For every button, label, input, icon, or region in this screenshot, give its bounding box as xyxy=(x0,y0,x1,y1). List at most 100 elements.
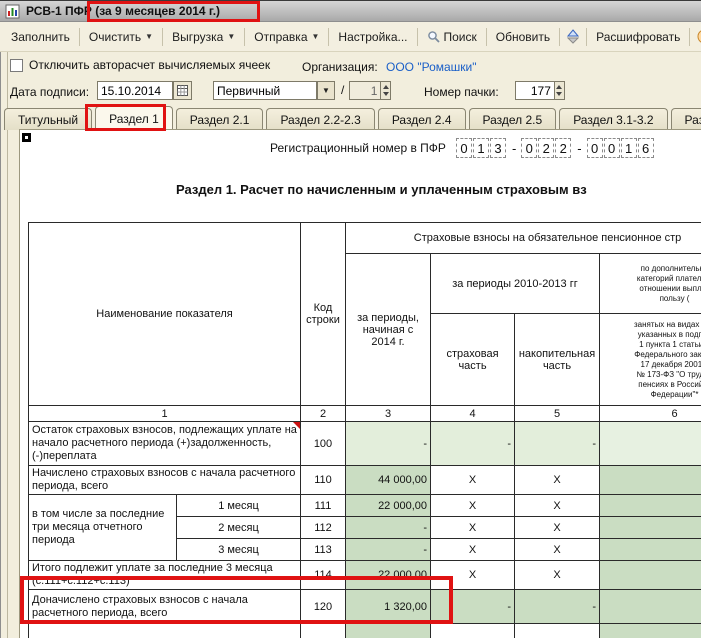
chevron-down-icon: ▼ xyxy=(145,31,154,41)
tab-razdel-2-1[interactable]: Раздел 2.1 xyxy=(175,108,264,130)
header-col6-bottom: занятых на видах раб указанных в подпун … xyxy=(598,313,701,406)
correction-number-input[interactable] xyxy=(349,81,382,100)
correction-number-stepper[interactable] xyxy=(349,81,391,100)
cell-value[interactable] xyxy=(598,494,701,517)
autocalc-label: Отключить авторасчет вычисляемых ячеек xyxy=(29,58,271,72)
tab-razdel-3-3-3-4[interactable]: Раздел 3.3-3.4 xyxy=(670,108,701,130)
table-row: Остаток страховых взносов, подлежащих уп… xyxy=(28,421,701,466)
row-name: Остаток страховых взносов, подлежащих уп… xyxy=(28,421,301,466)
doc-type-dropdown-button[interactable]: ▼ xyxy=(317,81,335,100)
row-subname: 1 месяц xyxy=(176,494,301,517)
cell-value[interactable]: 22 000,00 xyxy=(345,494,431,517)
cell-blocked: X xyxy=(514,494,600,517)
chevron-down-icon: ▼ xyxy=(227,31,236,41)
row-name: в том числе, с сумм, превышающих xyxy=(28,623,301,638)
tab-razdel-2-4[interactable]: Раздел 2.4 xyxy=(377,108,466,130)
cell-value[interactable]: - xyxy=(430,421,515,466)
sort-button[interactable] xyxy=(562,26,584,47)
clear-button[interactable]: Очистить ▼ xyxy=(82,26,160,48)
regnum-digit[interactable]: 2 xyxy=(538,138,555,158)
autocalc-checkbox[interactable] xyxy=(10,58,23,72)
step-down-icon xyxy=(556,92,563,96)
batch-number-input[interactable] xyxy=(515,81,555,100)
regnum-digit[interactable]: 0 xyxy=(603,138,620,158)
batch-number-stepper[interactable] xyxy=(515,81,565,100)
batch-number-label: Номер пачки: xyxy=(424,85,499,99)
cell-blocked: X xyxy=(430,494,515,517)
cell-value[interactable]: 22 000,00 xyxy=(345,560,431,590)
separator xyxy=(162,27,164,46)
help-button[interactable]: ? xyxy=(692,26,701,47)
settings-button[interactable]: Настройка... xyxy=(331,26,414,48)
doc-type-select[interactable] xyxy=(213,81,317,100)
cell-value[interactable]: 1 320,00 xyxy=(345,589,431,624)
cell-blocked: X xyxy=(430,538,515,561)
tab-razdel-2-5[interactable]: Раздел 2.5 xyxy=(468,108,557,130)
cell-value[interactable] xyxy=(598,560,701,590)
cell-value[interactable]: 44 000,00 xyxy=(345,465,431,495)
cell-value[interactable] xyxy=(598,589,701,624)
row-code xyxy=(300,623,346,638)
regnum-digit[interactable]: 1 xyxy=(472,138,489,158)
cell-value[interactable] xyxy=(345,623,431,638)
regnum-digit[interactable]: 0 xyxy=(586,138,603,158)
stepper-buttons[interactable] xyxy=(381,81,391,100)
cell-value[interactable]: - xyxy=(430,589,515,624)
cell-value[interactable] xyxy=(598,465,701,495)
calendar-button[interactable] xyxy=(173,81,192,100)
refresh-button[interactable]: Обновить xyxy=(489,26,557,48)
report-icon xyxy=(5,4,20,18)
regnum-digit[interactable]: 3 xyxy=(489,138,506,158)
section-tabs: Титульный Раздел 1 Раздел 2.1 Раздел 2.2… xyxy=(4,106,701,130)
row-code: 111 xyxy=(300,494,346,517)
header-col5: накопительная часть xyxy=(514,313,600,406)
step-up-icon xyxy=(556,85,563,89)
organization-value[interactable]: ООО "Ромашки" xyxy=(386,60,477,74)
title-bar: РСВ-1 ПФР (за 9 месяцев 2014 г.) xyxy=(0,0,701,22)
sign-date-input[interactable] xyxy=(97,81,173,100)
window-inner-frame xyxy=(7,52,8,638)
regnum-digit[interactable]: 0 xyxy=(455,138,472,158)
toolbar: Заполнить Очистить ▼ Выгрузка ▼ Отправка ▼ … xyxy=(0,22,701,52)
regnum-digit[interactable]: 1 xyxy=(620,138,637,158)
separator xyxy=(689,27,691,46)
form-workspace: Отключить авторасчет вычисляемых ячеек О… xyxy=(0,52,701,638)
separator xyxy=(78,27,80,46)
cell-value[interactable]: - xyxy=(345,421,431,466)
cell-value[interactable] xyxy=(598,538,701,561)
send-button[interactable]: Отправка ▼ xyxy=(247,26,326,48)
cell-blocked: X xyxy=(430,560,515,590)
cell-value[interactable]: - xyxy=(514,589,600,624)
export-button[interactable]: Выгрузка ▼ xyxy=(165,26,242,48)
header-code: Код строки xyxy=(300,222,346,406)
organization-label: Организация: xyxy=(302,60,378,74)
row-code: 112 xyxy=(300,516,346,539)
tab-titulnyj[interactable]: Титульный xyxy=(4,108,93,130)
step-down-icon xyxy=(382,92,389,96)
cell-blocked: X xyxy=(514,516,600,539)
decrypt-button[interactable]: Расшифровать xyxy=(589,26,687,48)
cell-value[interactable]: - xyxy=(345,538,431,561)
table-row: Начислено страховых взносов с начала рас… xyxy=(28,465,701,495)
registration-number-row: Регистрационный номер в ПФР 0 1 3 - 0 2 … xyxy=(270,138,655,158)
regnum-digit[interactable]: 0 xyxy=(521,138,538,158)
cell-value[interactable] xyxy=(598,421,701,466)
row-group-name: в том числе за последние три месяца отче… xyxy=(28,494,177,561)
cell-value[interactable]: - xyxy=(514,421,600,466)
search-button[interactable]: Поиск xyxy=(420,26,484,48)
header-name: Наименование показателя xyxy=(28,222,301,406)
tab-razdel-1[interactable]: Раздел 1 xyxy=(95,106,173,130)
cell-value[interactable] xyxy=(598,516,701,539)
report-form-area: Регистрационный номер в ПФР 0 1 3 - 0 2 … xyxy=(19,129,701,638)
cell-value[interactable] xyxy=(598,623,701,638)
tab-razdel-2-2-2-3[interactable]: Раздел 2.2-2.3 xyxy=(266,108,375,130)
cell-value[interactable]: - xyxy=(345,516,431,539)
regnum-digit[interactable]: 6 xyxy=(637,138,654,158)
stepper-buttons[interactable] xyxy=(554,81,565,100)
colnum-3: 3 xyxy=(345,405,431,422)
row-code: 100 xyxy=(300,421,346,466)
regnum-digit[interactable]: 2 xyxy=(555,138,572,158)
regnum-separator: - xyxy=(511,140,517,156)
tab-razdel-3-1-3-2[interactable]: Раздел 3.1-3.2 xyxy=(559,108,668,130)
fill-button[interactable]: Заполнить xyxy=(4,26,77,48)
